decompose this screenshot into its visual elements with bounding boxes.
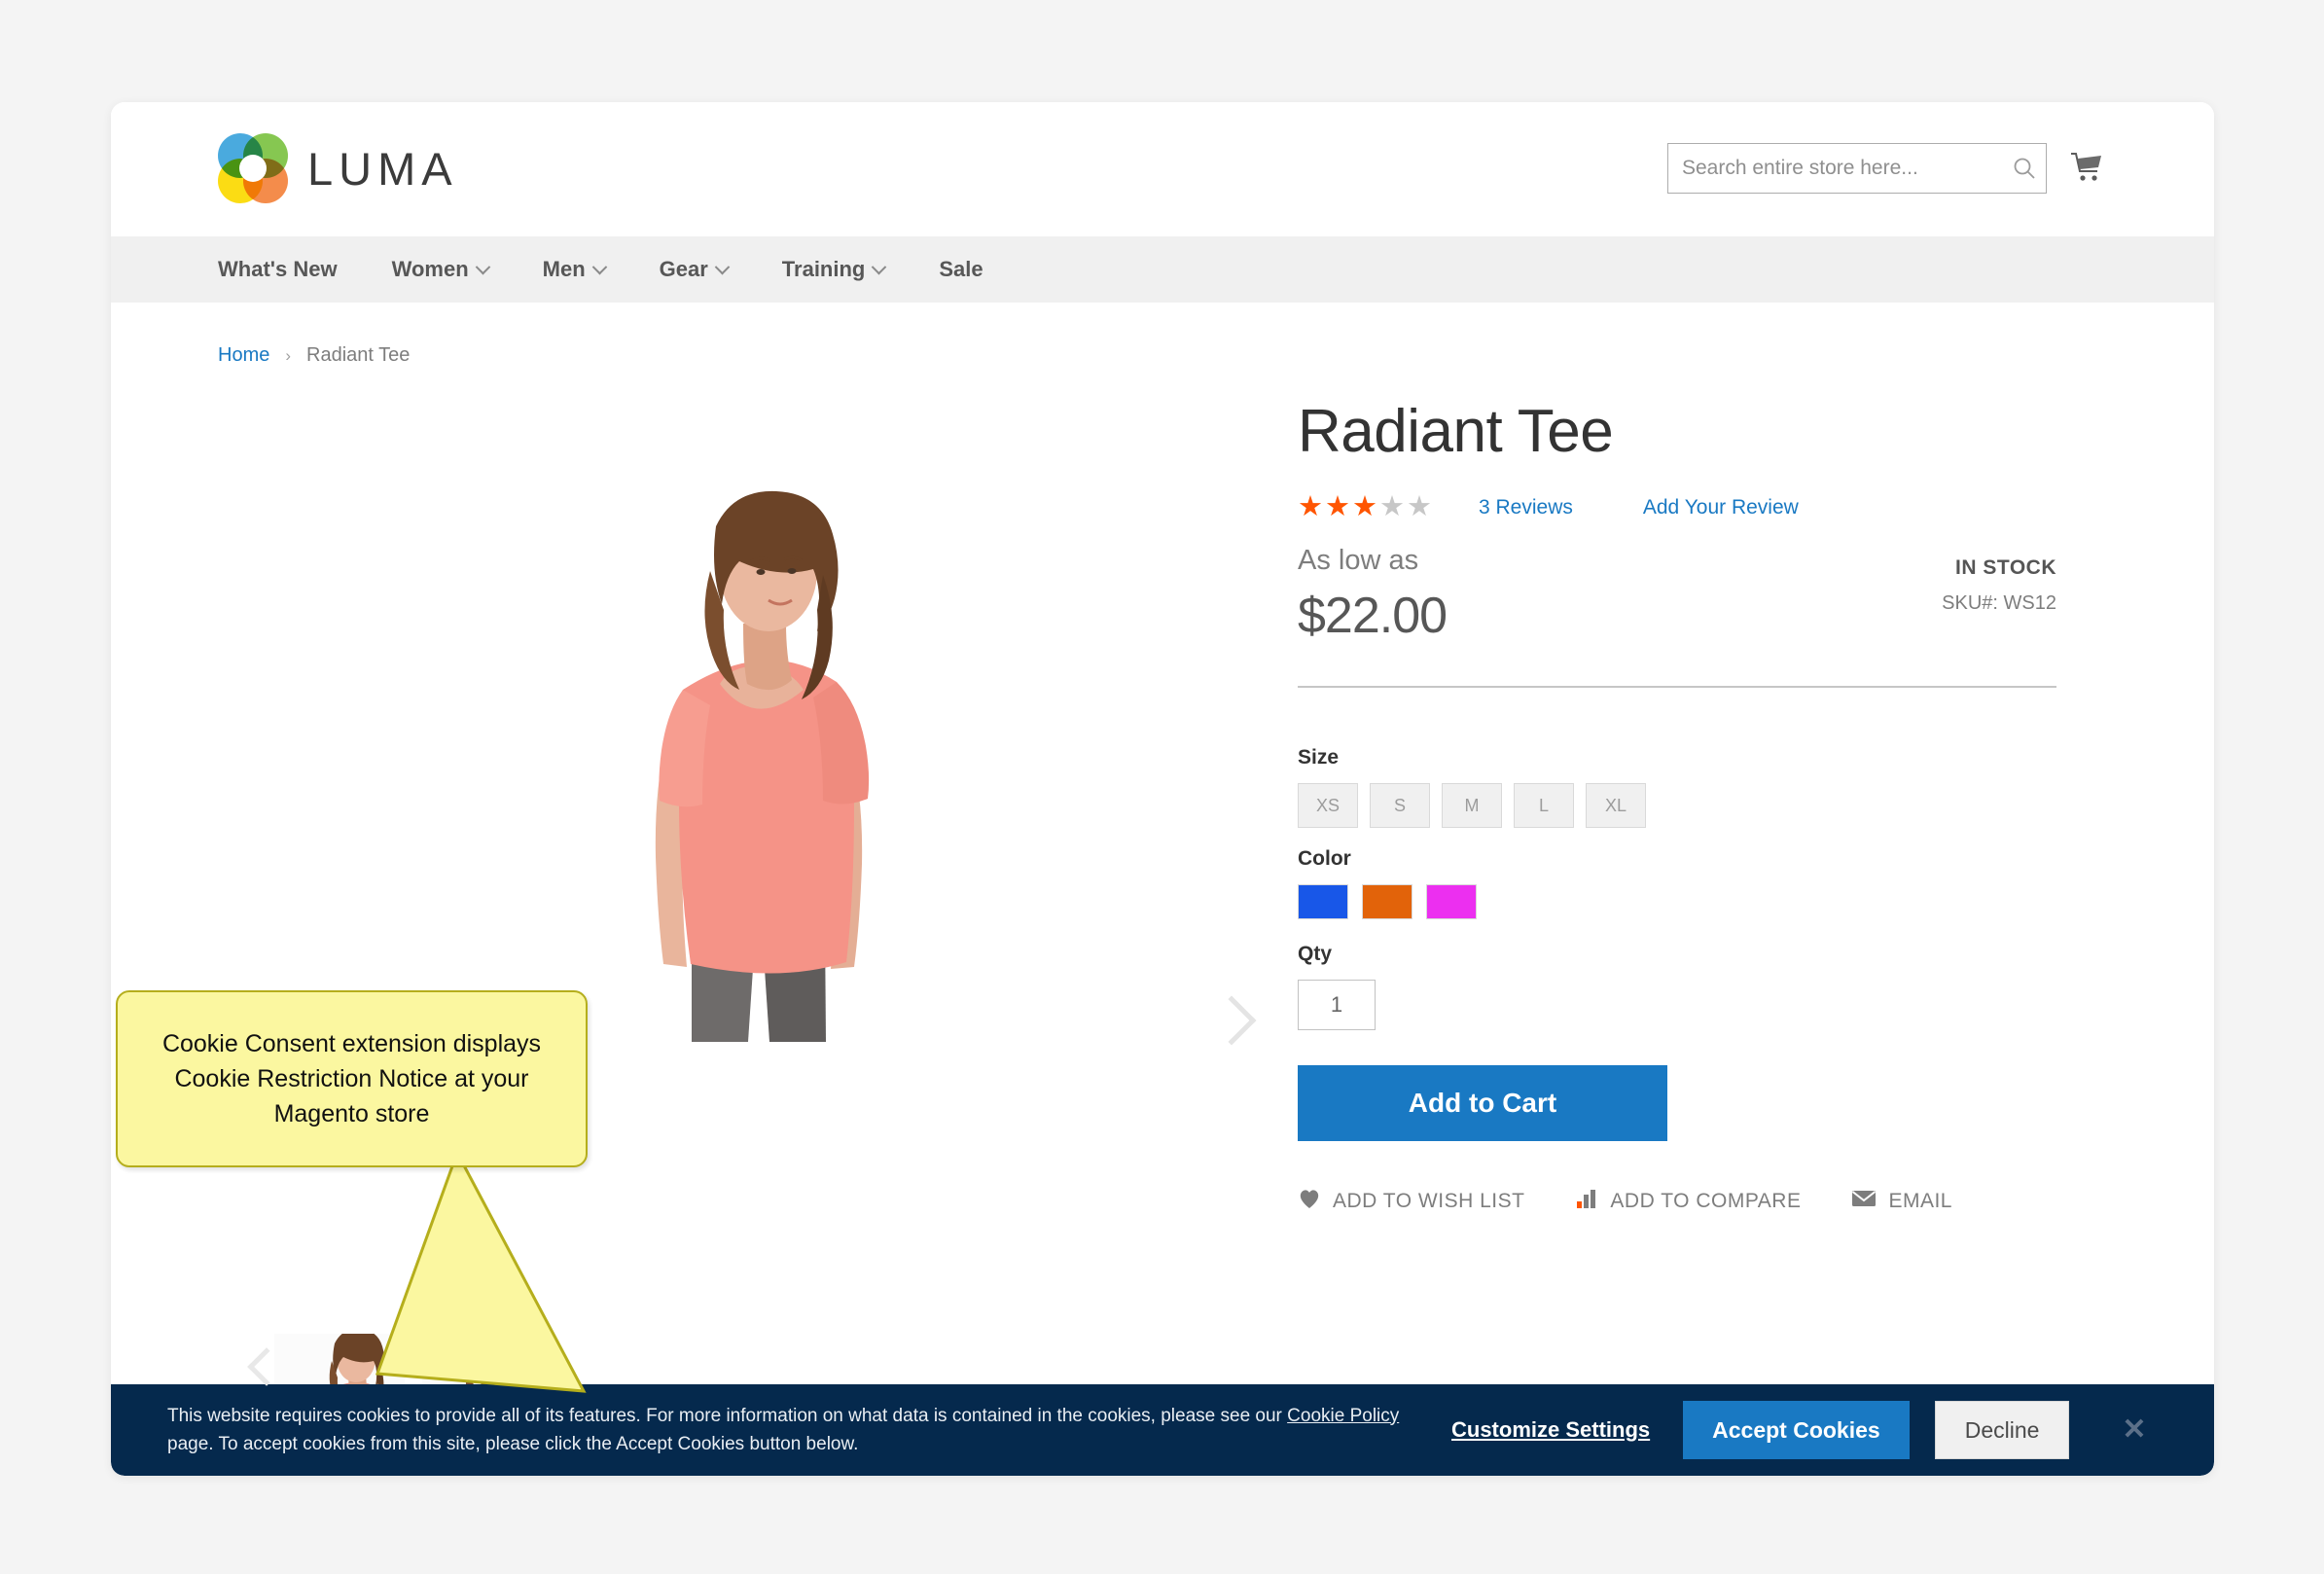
color-swatch-magenta[interactable] (1426, 884, 1477, 919)
annotation-text: Cookie Consent extension displays Cookie… (161, 1029, 542, 1128)
search-icon[interactable] (2003, 156, 2046, 181)
search-box[interactable] (1667, 143, 2047, 194)
cookie-notice-text: This website requires cookies to provide… (167, 1402, 1451, 1459)
nav-label: Training (781, 257, 866, 281)
action-label: EMAIL (1888, 1189, 1952, 1212)
nav-label: Women (391, 257, 469, 281)
cookie-text-part2: page. To accept cookies from this site, … (167, 1434, 859, 1454)
color-swatch-blue[interactable] (1298, 884, 1348, 919)
status-badge: IN STOCK (1955, 556, 2056, 579)
breadcrumb-current: Radiant Tee (306, 344, 411, 366)
price-row: As low as $22.00 IN STOCK SKU#: WS12 (1298, 545, 2056, 645)
breadcrumb: Home › Radiant Tee (218, 303, 2107, 367)
shopping-cart-icon[interactable] (2064, 145, 2107, 188)
color-label: Color (1298, 847, 1351, 870)
add-to-cart-button[interactable]: Add to Cart (1298, 1065, 1667, 1141)
nav-item-women[interactable]: Women (365, 257, 516, 282)
rating-stars[interactable]: ★★★★★ (1298, 493, 1434, 521)
nav-label: Men (542, 257, 586, 281)
qty-label: Qty (1298, 943, 1333, 965)
customize-settings-link[interactable]: Customize Settings (1451, 1417, 1650, 1443)
cookie-policy-link[interactable]: Cookie Policy (1287, 1406, 1399, 1426)
add-to-wish-list-button[interactable]: ADD TO WISH LIST (1298, 1188, 1524, 1214)
product-info: Radiant Tee ★★★★★ 3 Reviews Add Your Rev… (1298, 380, 2056, 1214)
breadcrumb-separator: › (285, 345, 292, 365)
size-swatch-xl[interactable]: XL (1586, 783, 1646, 828)
divider (1298, 686, 2056, 688)
breadcrumb-home-link[interactable]: Home (218, 344, 269, 367)
cookie-text-part1: This website requires cookies to provide… (167, 1405, 1288, 1426)
email-button[interactable]: EMAIL (1851, 1189, 1952, 1213)
site-logo[interactable]: LUMA (218, 133, 458, 203)
size-label: Size (1298, 746, 1340, 769)
search-input[interactable] (1668, 157, 2003, 180)
size-swatch-xs[interactable]: XS (1298, 783, 1358, 828)
site-header: LUMA (111, 102, 2214, 236)
size-swatch-s[interactable]: S (1370, 783, 1430, 828)
chevron-down-icon (714, 259, 731, 274)
color-swatches (1298, 884, 2056, 919)
nav-label: Gear (659, 257, 708, 281)
product-main-image[interactable] (218, 380, 1298, 1042)
reviews-link[interactable]: 3 Reviews (1479, 496, 1573, 519)
nav-item-men[interactable]: Men (516, 257, 632, 282)
quantity-stepper[interactable] (1298, 980, 1376, 1030)
annotation-callout: Cookie Consent extension displays Cookie… (116, 990, 588, 1167)
action-label: ADD TO COMPARE (1610, 1189, 1802, 1212)
decline-cookies-button[interactable]: Decline (1934, 1401, 2070, 1459)
add-review-link[interactable]: Add Your Review (1643, 496, 1799, 519)
nav-label: Sale (939, 257, 983, 281)
color-swatch-orange[interactable] (1362, 884, 1412, 919)
logo-text: LUMA (307, 142, 458, 195)
heart-icon (1298, 1188, 1321, 1214)
cookie-restriction-notice: This website requires cookies to provide… (111, 1384, 2214, 1476)
page-title: Radiant Tee (1298, 398, 1614, 465)
as-low-as-label: As low as (1298, 545, 1419, 576)
close-icon[interactable]: ✕ (2122, 1415, 2146, 1445)
nav-item-whats-new[interactable]: What's New (218, 257, 365, 282)
chevron-down-icon (475, 259, 490, 274)
product-actions: ADD TO WISH LIST ADD TO COMPARE EMAIL (1298, 1188, 2056, 1214)
product-photo-illustration (655, 490, 870, 1042)
chevron-down-icon (872, 259, 887, 274)
store-page-card: LUMA What's New Women (111, 102, 2214, 1476)
product-sku: SKU#: WS12 (1942, 592, 2056, 614)
bar-chart-icon (1575, 1188, 1598, 1214)
luma-rings-logo-icon (218, 133, 288, 203)
rating-row: ★★★★★ 3 Reviews Add Your Review (1298, 493, 2056, 521)
size-swatch-l[interactable]: L (1514, 783, 1574, 828)
envelope-icon (1851, 1189, 1877, 1213)
accept-cookies-button[interactable]: Accept Cookies (1683, 1401, 1910, 1459)
main-navigation: What's New Women Men Gear Training Sale (111, 236, 2214, 303)
product-price: $22.00 (1298, 588, 1448, 644)
nav-label: What's New (218, 257, 338, 281)
chevron-down-icon (591, 259, 607, 274)
size-swatches: XS S M L XL (1298, 783, 2056, 828)
nav-item-gear[interactable]: Gear (632, 257, 755, 282)
action-label: ADD TO WISH LIST (1333, 1189, 1525, 1212)
add-to-compare-button[interactable]: ADD TO COMPARE (1575, 1188, 1801, 1214)
size-swatch-m[interactable]: M (1442, 783, 1502, 828)
nav-item-sale[interactable]: Sale (912, 257, 1010, 282)
nav-item-training[interactable]: Training (755, 257, 912, 282)
